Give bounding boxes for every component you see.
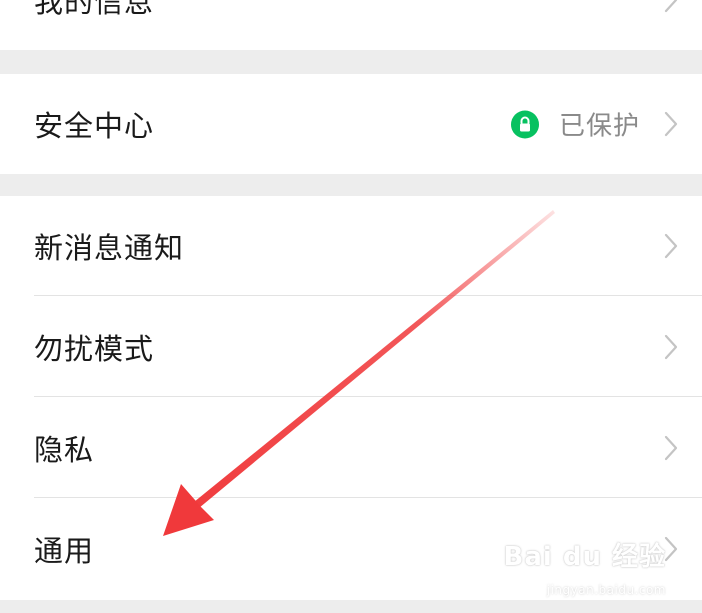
settings-group-top: 我的信息 — [0, 0, 702, 50]
settings-screen: 我的信息 安全中心 已保护 新消息通知 勿扰模式 隐私 通用 Bai du 经验… — [0, 0, 702, 613]
settings-row-my-info[interactable]: 我的信息 — [0, 0, 702, 50]
settings-row-new-message-notifications[interactable]: 新消息通知 — [0, 196, 702, 296]
row-divider — [34, 497, 702, 498]
settings-row-label: 新消息通知 — [34, 231, 185, 265]
settings-row-label: 隐私 — [34, 433, 95, 467]
settings-row-label: 安全中心 — [34, 109, 155, 143]
row-divider — [34, 295, 702, 296]
chevron-right-icon — [664, 435, 678, 461]
row-divider — [34, 396, 702, 397]
chevron-right-icon — [664, 536, 678, 562]
security-status: 已保护 — [510, 106, 640, 143]
settings-row-privacy[interactable]: 隐私 — [0, 398, 702, 498]
settings-row-label: 勿扰模式 — [34, 332, 155, 366]
chevron-right-icon — [664, 334, 678, 360]
settings-row-security-center[interactable]: 安全中心 已保护 — [0, 74, 702, 174]
lock-icon — [510, 110, 539, 138]
settings-row-label: 我的信息 — [34, 0, 155, 19]
security-status-text: 已保护 — [558, 111, 640, 142]
settings-group-security: 安全中心 已保护 — [0, 74, 702, 174]
chevron-right-icon — [664, 0, 678, 13]
settings-row-general[interactable]: 通用 — [0, 499, 702, 599]
chevron-right-icon — [664, 233, 678, 259]
settings-row-do-not-disturb[interactable]: 勿扰模式 — [0, 297, 702, 397]
chevron-right-icon — [664, 111, 678, 137]
settings-row-label: 通用 — [34, 534, 95, 568]
settings-group-main: 新消息通知 勿扰模式 隐私 通用 — [0, 196, 702, 600]
